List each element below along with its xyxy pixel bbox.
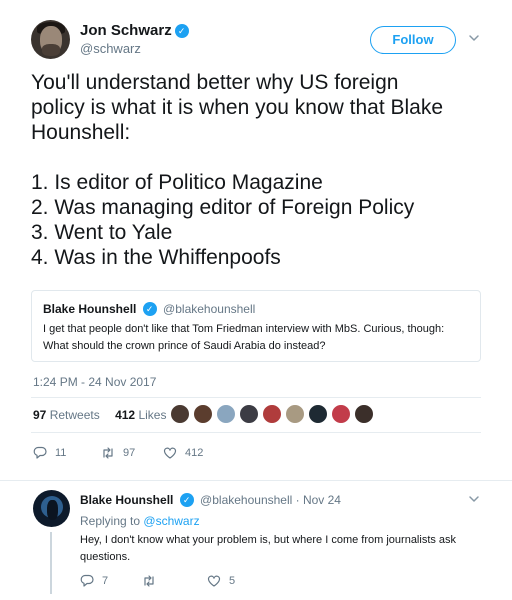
reply-author-avatar[interactable] xyxy=(33,490,70,527)
tweet-list-item: 1. Is editor of Politico Magazine xyxy=(31,171,323,194)
retweet-icon xyxy=(144,575,154,587)
replying-to-label: Replying to xyxy=(80,514,141,528)
verified-badge-icon: ✓ xyxy=(179,493,194,507)
likes-label: Likes xyxy=(138,408,167,422)
reply-icon xyxy=(33,446,47,459)
quoted-tweet-text: I get that people don't like that Tom Fr… xyxy=(43,321,469,355)
likes-count: 412 xyxy=(115,408,136,422)
reply-count: 11 xyxy=(55,447,67,459)
like-count: 5 xyxy=(229,575,236,587)
reply-text-line: questions. xyxy=(80,551,131,563)
author-avatar[interactable] xyxy=(31,20,70,59)
liker-avatar[interactable] xyxy=(239,404,259,424)
reply-text: Hey, I don't know what your problem is, … xyxy=(80,532,480,566)
liker-avatar[interactable] xyxy=(216,404,236,424)
quoted-author-name: Blake Hounshell xyxy=(43,302,137,316)
like-action[interactable]: 412 xyxy=(163,444,203,462)
reply-header: Blake Hounshell ✓ @blakehounshell · Nov … xyxy=(80,493,341,507)
quoted-author-handle: @blakehounshell xyxy=(163,302,256,316)
retweet-action[interactable]: 97 xyxy=(101,444,135,462)
divider xyxy=(31,397,481,398)
quoted-tweet-header: Blake Hounshell ✓ @blakehounshell xyxy=(43,301,469,317)
reply-action[interactable]: 7 xyxy=(80,572,108,590)
retweets-count: 97 xyxy=(33,408,47,422)
avatar-beard xyxy=(42,44,60,56)
reply-action[interactable]: 11 xyxy=(33,444,66,462)
liker-avatar[interactable] xyxy=(285,404,305,424)
quoted-tweet[interactable]: Blake Hounshell ✓ @blakehounshell I get … xyxy=(31,290,481,362)
thread-line xyxy=(50,532,52,594)
liker-avatar[interactable] xyxy=(193,404,213,424)
reply-author-name[interactable]: Blake Hounshell xyxy=(80,493,173,507)
liker-avatar[interactable] xyxy=(331,404,351,424)
chevron-down-icon[interactable] xyxy=(468,32,480,44)
tweet-list-item: 3. Went to Yale xyxy=(31,221,173,244)
tweet-line: You'll understand better why US foreign xyxy=(31,71,399,94)
heart-icon xyxy=(207,575,221,587)
like-count: 412 xyxy=(185,447,204,459)
tweet-line: policy is what it is when you know that … xyxy=(31,96,444,119)
tweet-line: Hounshell: xyxy=(31,121,131,144)
liker-avatar[interactable] xyxy=(308,404,328,424)
heart-icon xyxy=(163,447,177,459)
engagement-stats: 97 Retweets 412 Likes xyxy=(33,408,178,422)
verified-badge-icon: ✓ xyxy=(142,302,157,316)
liker-avatar[interactable] xyxy=(170,404,190,424)
tweet-list-item: 2. Was managing editor of Foreign Policy xyxy=(31,196,415,219)
tweet-timestamp[interactable]: 1:24 PM - 24 Nov 2017 xyxy=(33,375,156,389)
like-action[interactable]: 5 xyxy=(207,572,235,590)
liker-avatar[interactable] xyxy=(354,404,374,424)
chevron-down-icon[interactable] xyxy=(468,493,480,505)
author-name[interactable]: Jon Schwarz ✓ xyxy=(80,22,189,39)
replying-to: Replying to @schwarz xyxy=(80,514,200,528)
reply-count: 7 xyxy=(102,575,109,587)
retweet-count: 97 xyxy=(123,447,136,459)
retweet-action[interactable] xyxy=(142,572,164,590)
author-name-text[interactable]: Jon Schwarz xyxy=(80,22,172,39)
likes-stat[interactable]: 412 Likes xyxy=(115,408,166,422)
divider xyxy=(31,432,481,433)
section-separator xyxy=(0,480,512,481)
follow-button[interactable]: Follow xyxy=(370,26,456,54)
liker-avatar[interactable] xyxy=(262,404,282,424)
retweets-label: Retweets xyxy=(49,408,100,422)
verified-badge-icon: ✓ xyxy=(174,24,189,38)
retweets-stat[interactable]: 97 Retweets xyxy=(33,408,100,422)
author-handle[interactable]: @schwarz xyxy=(80,41,141,56)
quoted-text-line: What should the crown prince of Saudi Ar… xyxy=(43,340,326,352)
quoted-text-line: I get that people don't like that Tom Fr… xyxy=(43,323,445,335)
reply-text-line: Hey, I don't know what your problem is, … xyxy=(80,534,457,546)
retweet-icon xyxy=(103,447,113,459)
avatar-silhouette xyxy=(47,500,58,520)
replying-to-handle[interactable]: @schwarz xyxy=(143,514,199,528)
reply-handle-date[interactable]: @blakehounshell · Nov 24 xyxy=(200,493,341,507)
tweet-list-item: 4. Was in the Whiffenpoofs xyxy=(31,246,281,269)
reply-icon xyxy=(80,574,94,587)
tweet-text: You'll understand better why US foreign … xyxy=(31,70,501,270)
